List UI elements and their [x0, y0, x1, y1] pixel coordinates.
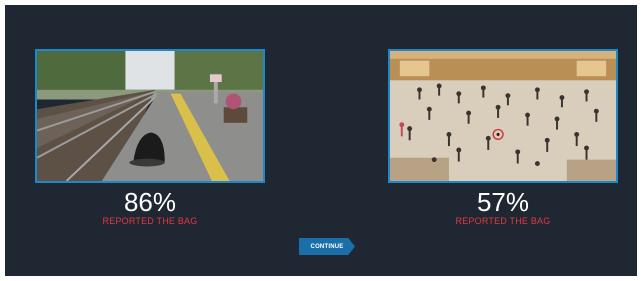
concourse-crowd-illustration: [390, 51, 616, 181]
station-platform-illustration: [37, 51, 263, 181]
right-caption: REPORTED THE BAG: [455, 216, 551, 226]
concourse-crowd-image: [388, 49, 618, 183]
right-percentage: 57%: [476, 187, 530, 217]
right-result: 57% REPORTED THE BAG: [388, 188, 618, 227]
continue-button[interactable]: CONTINUE: [299, 238, 355, 255]
left-percentage: 86%: [123, 187, 177, 217]
station-platform-image: [35, 49, 265, 183]
left-result: 86% REPORTED THE BAG: [35, 188, 265, 227]
left-caption: REPORTED THE BAG: [102, 216, 198, 226]
results-panel: 86% REPORTED THE BAG 57% REPORTED THE BA…: [5, 5, 637, 276]
